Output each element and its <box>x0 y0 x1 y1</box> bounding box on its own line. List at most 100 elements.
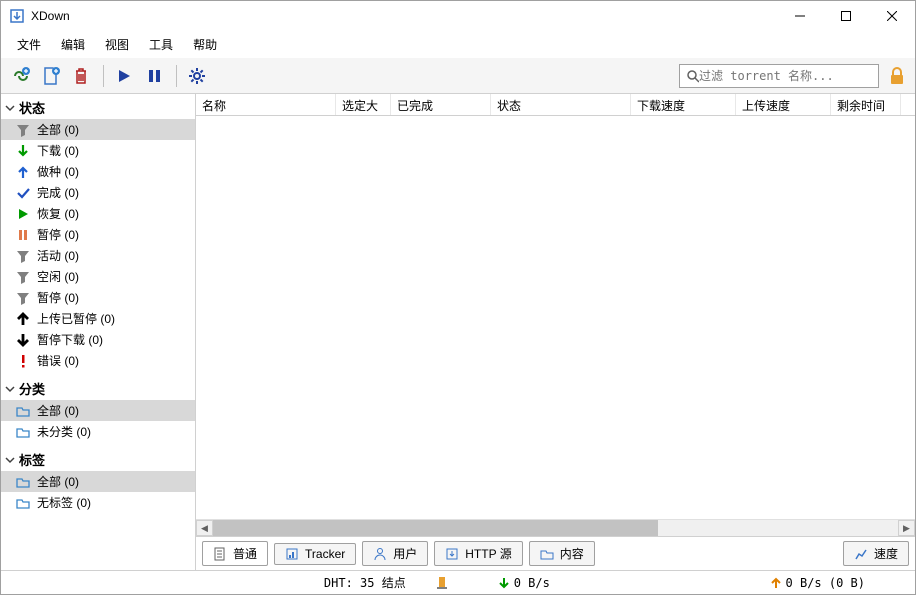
horizontal-scrollbar[interactable]: ◀ ▶ <box>196 519 915 536</box>
sidebar-item-label: 错误 (0) <box>37 352 79 369</box>
column-header-3[interactable]: 状态 <box>491 94 631 115</box>
downbold-icon <box>15 332 31 348</box>
scroll-thumb[interactable] <box>213 520 658 536</box>
sidebar-item-label: 下载 (0) <box>37 142 79 159</box>
sidebar-item-label: 做种 (0) <box>37 163 79 180</box>
status-item-2[interactable]: 做种 (0) <box>1 161 195 182</box>
menu-edit[interactable]: 编辑 <box>51 33 95 56</box>
status-item-8[interactable]: 暂停 (0) <box>1 287 195 308</box>
bottom-tabs: 普通 Tracker 用户 HTTP 源 内容 速度 <box>196 536 915 570</box>
up-icon <box>15 164 31 180</box>
tab-tracker[interactable]: Tracker <box>274 543 356 565</box>
add-link-button[interactable] <box>7 62 35 90</box>
check-icon <box>15 185 31 201</box>
category-item-1[interactable]: 未分类 (0) <box>1 421 195 442</box>
section-tags[interactable]: 标签 <box>1 448 195 471</box>
search-box[interactable] <box>679 64 879 88</box>
close-button[interactable] <box>869 1 915 31</box>
play-icon <box>15 206 31 222</box>
settings-button[interactable] <box>183 62 211 90</box>
section-categories[interactable]: 分类 <box>1 377 195 400</box>
sidebar-item-label: 全部 (0) <box>37 473 79 490</box>
tab-speed[interactable]: 速度 <box>843 541 909 566</box>
tab-content-label: 内容 <box>560 545 584 562</box>
sidebar-item-label: 上传已暂停 (0) <box>37 310 115 327</box>
chart-icon <box>854 547 868 561</box>
tab-http-label: HTTP 源 <box>465 545 511 562</box>
down-arrow-icon <box>498 577 510 589</box>
document-icon <box>213 547 227 561</box>
scroll-right-button[interactable]: ▶ <box>898 520 915 536</box>
sidebar-item-label: 暂停下载 (0) <box>37 331 103 348</box>
column-header-2[interactable]: 已完成 <box>391 94 491 115</box>
app-icon <box>9 8 25 24</box>
add-file-button[interactable] <box>37 62 65 90</box>
start-button[interactable] <box>110 62 138 90</box>
pause-button[interactable] <box>140 62 168 90</box>
tab-user[interactable]: 用户 <box>362 541 428 566</box>
status-dht: DHT: 35 结点 <box>324 574 406 591</box>
tab-general-label: 普通 <box>233 545 257 562</box>
tab-general[interactable]: 普通 <box>202 541 268 566</box>
tag-item-0[interactable]: 全部 (0) <box>1 471 195 492</box>
minimize-button[interactable] <box>777 1 823 31</box>
section-status[interactable]: 状态 <box>1 96 195 119</box>
search-input[interactable] <box>699 69 872 83</box>
sidebar-item-label: 完成 (0) <box>37 184 79 201</box>
menu-file[interactable]: 文件 <box>7 33 51 56</box>
scroll-track[interactable] <box>213 520 898 536</box>
sidebar-item-label: 无标签 (0) <box>37 494 91 511</box>
exclaim-icon <box>15 353 31 369</box>
status-item-11[interactable]: 错误 (0) <box>1 350 195 371</box>
tab-tracker-label: Tracker <box>305 547 345 561</box>
column-header-0[interactable]: 名称 <box>196 94 336 115</box>
menu-tools[interactable]: 工具 <box>139 33 183 56</box>
status-disk <box>436 576 448 590</box>
chevron-down-icon <box>5 455 15 465</box>
down-icon <box>15 143 31 159</box>
upbold-icon <box>15 311 31 327</box>
delete-button[interactable] <box>67 62 95 90</box>
status-item-1[interactable]: 下载 (0) <box>1 140 195 161</box>
folder-icon <box>15 495 31 511</box>
maximize-button[interactable] <box>823 1 869 31</box>
column-header-1[interactable]: 选定大小 <box>336 94 391 115</box>
menu-help[interactable]: 帮助 <box>183 33 227 56</box>
status-item-9[interactable]: 上传已暂停 (0) <box>1 308 195 329</box>
table-body <box>196 116 915 519</box>
section-tags-label: 标签 <box>19 450 45 469</box>
tag-item-1[interactable]: 无标签 (0) <box>1 492 195 513</box>
chevron-down-icon <box>5 384 15 394</box>
tab-http[interactable]: HTTP 源 <box>434 541 522 566</box>
folder-icon <box>540 547 554 561</box>
window-title: XDown <box>31 9 777 23</box>
table-header: 名称选定大小已完成状态下载速度上传速度剩余时间 <box>196 94 915 116</box>
folder-icon <box>15 424 31 440</box>
status-item-3[interactable]: 完成 (0) <box>1 182 195 203</box>
category-item-0[interactable]: 全部 (0) <box>1 400 195 421</box>
status-item-6[interactable]: 活动 (0) <box>1 245 195 266</box>
scroll-left-button[interactable]: ◀ <box>196 520 213 536</box>
download-icon <box>445 547 459 561</box>
statusbar: DHT: 35 结点 0 B/s 0 B/s (0 B) <box>1 570 915 594</box>
section-categories-label: 分类 <box>19 379 45 398</box>
toolbar <box>1 58 915 94</box>
status-item-0[interactable]: 全部 (0) <box>1 119 195 140</box>
menu-view[interactable]: 视图 <box>95 33 139 56</box>
filter-icon <box>15 248 31 264</box>
column-header-6[interactable]: 剩余时间 <box>831 94 901 115</box>
status-item-7[interactable]: 空闲 (0) <box>1 266 195 287</box>
folder-icon <box>15 474 31 490</box>
filter-icon <box>15 122 31 138</box>
tab-content[interactable]: 内容 <box>529 541 595 566</box>
folder-icon <box>15 403 31 419</box>
lock-icon[interactable] <box>885 64 909 88</box>
column-header-4[interactable]: 下载速度 <box>631 94 736 115</box>
sidebar-item-label: 暂停 (0) <box>37 226 79 243</box>
status-download: 0 B/s <box>498 576 550 590</box>
status-item-5[interactable]: 暂停 (0) <box>1 224 195 245</box>
status-item-4[interactable]: 恢复 (0) <box>1 203 195 224</box>
chevron-down-icon <box>5 103 15 113</box>
status-item-10[interactable]: 暂停下载 (0) <box>1 329 195 350</box>
column-header-5[interactable]: 上传速度 <box>736 94 831 115</box>
